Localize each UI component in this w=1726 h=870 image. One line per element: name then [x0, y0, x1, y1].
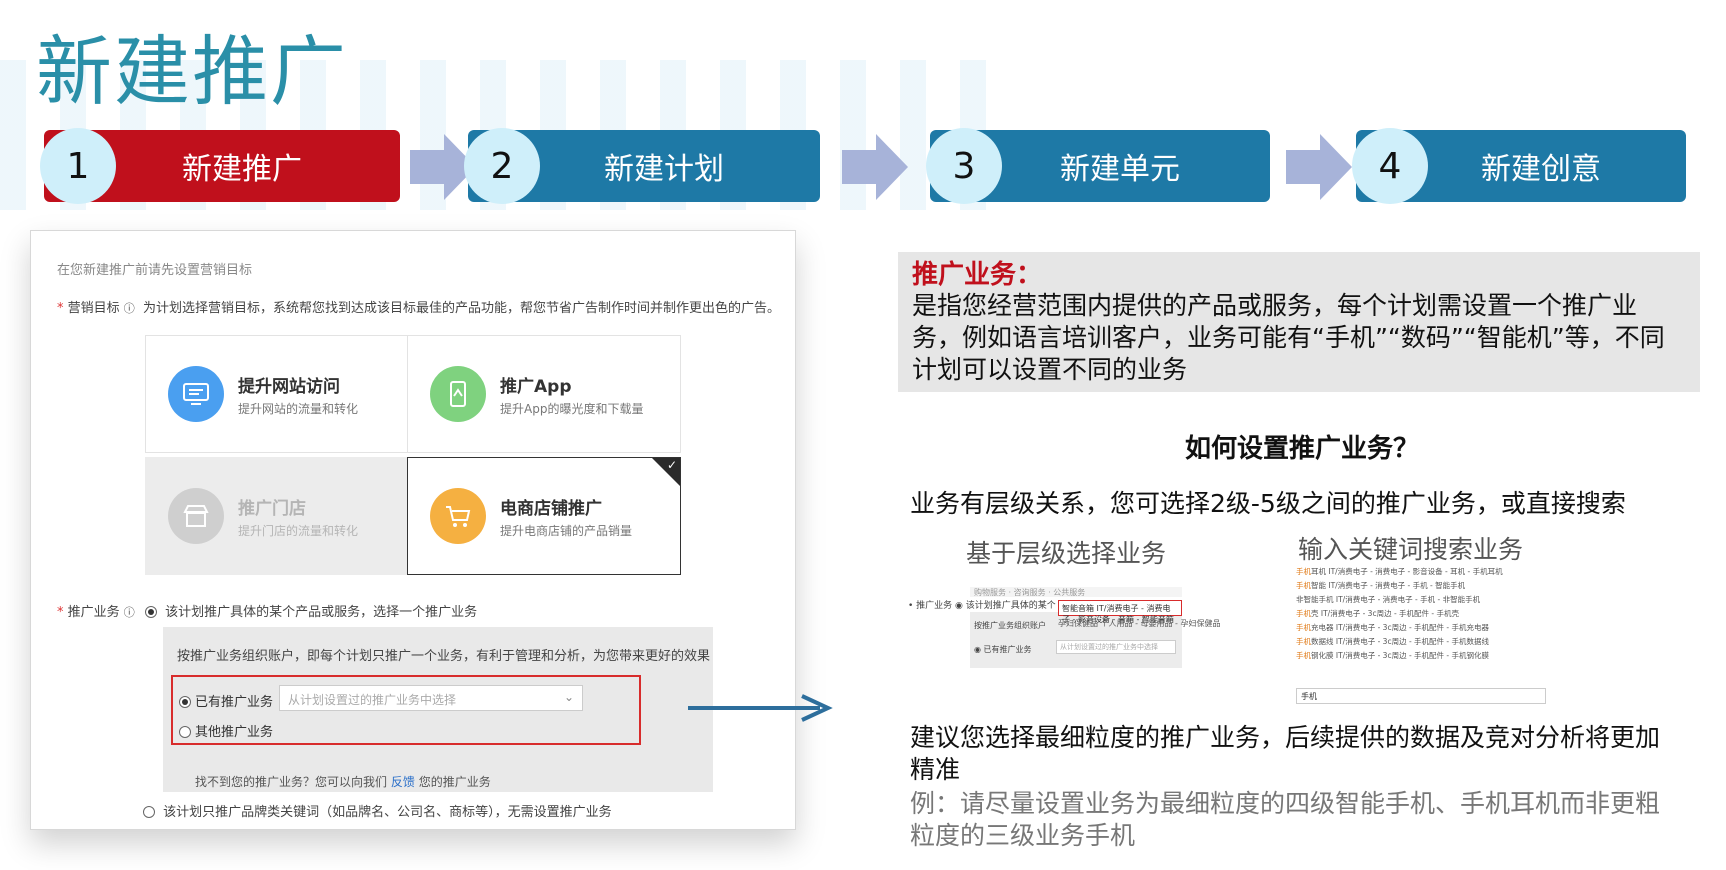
- store-icon: [168, 488, 224, 544]
- existing-label: 已有推广业务: [195, 695, 274, 710]
- step-label: 新建计划: [604, 152, 724, 187]
- step-label: 新建单元: [1060, 152, 1180, 187]
- level-select-example: 购物服务 · 咨询服务 · 公共服务 • 推广业务 ◉ 该计划推广具体的某个 按…: [906, 584, 1282, 694]
- definition-box: 推广业务： 是指您经营范围内提供的产品或服务，每个计划需设置一个推广业务，例如语…: [898, 252, 1700, 392]
- example-group-text: 按推广业务组织账户: [974, 621, 1046, 630]
- mobile-app-icon: [430, 366, 486, 422]
- step-3: 3 新建单元: [926, 128, 1270, 204]
- existing-radio[interactable]: [179, 696, 191, 708]
- search-result-item: 手机数据线 IT/消费电子 - 3c周边 - 手机配件 - 手机数据线: [1296, 637, 1490, 646]
- step-arrow-icon: [1286, 134, 1352, 200]
- business-options-box: 按推广业务组织账户，即每个计划只推广一个业务，有利于管理和分析，为您带来更好的效…: [163, 627, 713, 792]
- goal-card-app[interactable]: 推广App 提升App的曝光度和下载量: [407, 335, 681, 453]
- required-mark: *: [57, 605, 68, 620]
- other-label: 其他推广业务: [195, 725, 274, 740]
- cart-icon: [430, 488, 486, 544]
- keyword-search-heading: 输入关键词搜索业务: [1298, 535, 1524, 564]
- search-result-item: 手机智能 IT/消费电子 - 消费电子 - 手机 - 智能手机: [1296, 581, 1466, 590]
- goal-label: 营销目标: [67, 301, 120, 316]
- example-highlight: 智能音箱 IT/消费电子 - 消费电子 - 影音设备 - 音箱 - 智能音箱: [1058, 600, 1182, 624]
- step-4: 4 新建创意: [1352, 128, 1686, 204]
- step-label: 新建创意: [1481, 152, 1601, 187]
- monitor-icon: [168, 366, 224, 422]
- how-title: 如何设置推广业务？: [1185, 434, 1420, 464]
- goal-card-website[interactable]: 提升网站访问 提升网站的流量和转化: [145, 335, 419, 453]
- card-title: 推广App: [500, 377, 572, 397]
- help-text: 找不到您的推广业务？您可以向我们 反馈 您的推广业务: [195, 773, 491, 790]
- definition-title: 推广业务：: [912, 260, 1043, 290]
- setup-form-screenshot: 在您新建推广前请先设置营销目标 * 营销目标 ⓘ 为计划选择营销目标，系统帮您找…: [30, 230, 796, 830]
- example-row: 购物服务 · 咨询服务 · 公共服务: [970, 587, 1182, 597]
- chevron-down-icon: ⌄: [563, 690, 574, 704]
- step-arrow-icon: [842, 134, 908, 200]
- example-row: 孕妇保健品 个人用品 - 母婴用品 - 孕妇保健品: [1058, 619, 1221, 628]
- card-title: 提升网站访问: [238, 377, 340, 397]
- search-result-item: 非智能手机 IT/消费电子 - 消费电子 - 手机 - 非智能手机: [1296, 595, 1481, 604]
- feedback-link[interactable]: 反馈: [391, 775, 415, 789]
- info-icon: ⓘ: [123, 302, 135, 315]
- search-result-item: 手机壳 IT/消费电子 - 3c周边 - 手机配件 - 手机壳: [1296, 609, 1460, 618]
- help-suffix: 您的推广业务: [418, 775, 491, 789]
- brand-option-row[interactable]: 该计划只推广品牌类关键词（如品牌名、公司名、商标等），无需设置推广业务: [143, 801, 612, 820]
- goal-row: * 营销目标 ⓘ 为计划选择营销目标，系统帮您找到达成该目标最佳的产品功能，帮您…: [57, 297, 780, 316]
- goal-card-ecommerce[interactable]: ✓ 电商店铺推广 提升电商店铺的产品销量: [407, 457, 681, 575]
- goal-card-store: 推广门店 提升门店的流量和转化: [145, 457, 419, 575]
- card-title: 推广门店: [238, 499, 306, 519]
- card-subtitle: 提升电商店铺的产品销量: [500, 524, 633, 538]
- search-input: 手机: [1296, 688, 1546, 704]
- help-prefix: 找不到您的推广业务？您可以向我们: [195, 775, 388, 789]
- card-title: 电商店铺推广: [500, 499, 602, 519]
- other-radio[interactable]: [179, 726, 191, 738]
- pointer-arrow-icon: [688, 694, 833, 722]
- search-result-item: 手机耳机 IT/消费电子 - 消费电子 - 影音设备 - 耳机 - 手机耳机: [1296, 567, 1503, 576]
- suggestion-text: 建议您选择最细粒度的推广业务，后续提供的数据及竞对分析将更加精准: [910, 723, 1661, 784]
- card-subtitle: 提升门店的流量和转化: [238, 524, 359, 538]
- example-select: 从计划设置过的推广业务中选择: [1056, 640, 1176, 654]
- page-title: 新建推广: [36, 27, 348, 116]
- brand-option-text: 该计划只推广品牌类关键词（如品牌名、公司名、商标等），无需设置推广业务: [163, 805, 612, 820]
- example-text: 例：请尽量设置业务为最细粒度的四级智能手机、手机耳机而非更粗粒度的三级业务手机: [910, 789, 1661, 850]
- business-desc: 按推广业务组织账户，即每个计划只推广一个业务，有利于管理和分析，为您带来更好的效…: [177, 649, 711, 664]
- form-hint: 在您新建推广前请先设置营销目标: [57, 263, 253, 278]
- existing-business-option[interactable]: 已有推广业务: [179, 691, 273, 710]
- brand-radio[interactable]: [143, 806, 155, 818]
- card-subtitle: 提升网站的流量和转化: [238, 402, 359, 416]
- search-result-item: 手机钢化膜 IT/消费电子 - 3c周边 - 手机配件 - 手机钢化膜: [1296, 651, 1490, 660]
- info-icon: ⓘ: [123, 606, 135, 619]
- other-business-option[interactable]: 其他推广业务: [179, 721, 273, 740]
- step-2: 2 新建计划: [464, 128, 820, 204]
- example-existing: ◉ 已有推广业务: [974, 645, 1032, 654]
- goal-desc: 为计划选择营销目标，系统帮您找到达成该目标最佳的产品功能，帮您节省广告制作时间并…: [142, 301, 780, 316]
- search-result-item: 手机充电器 IT/消费电子 - 3c周边 - 手机配件 - 手机充电器: [1296, 623, 1490, 632]
- levels-text: 业务有层级关系，您可选择2级-5级之间的推广业务，或直接搜索: [910, 489, 1626, 518]
- business-row: * 推广业务 ⓘ 该计划推广具体的某个产品或服务，选择一个推广业务: [57, 601, 477, 620]
- check-icon: ✓: [666, 458, 677, 472]
- business-radio-specific[interactable]: [144, 606, 157, 618]
- select-placeholder: 从计划设置过的推广业务中选择: [288, 693, 457, 707]
- step-1: 1 新建推广: [40, 128, 400, 204]
- existing-business-select[interactable]: 从计划设置过的推广业务中选择 ⌄: [279, 685, 583, 711]
- select-by-level-heading: 基于层级选择业务: [966, 539, 1167, 568]
- card-subtitle: 提升App的曝光度和下载量: [500, 402, 644, 416]
- business-option-text: 该计划推广具体的某个产品或服务，选择一个推广业务: [165, 605, 478, 620]
- example-label: • 推广业务 ◉ 该计划推广具体的某个: [908, 601, 1056, 611]
- highlight-box: 已有推广业务 从计划设置过的推广业务中选择 ⌄ 其他推广业务: [171, 675, 641, 745]
- step-label: 新建推广: [182, 152, 302, 187]
- business-label: 推广业务: [67, 605, 120, 620]
- definition-body: 是指您经营范围内提供的产品或服务，每个计划需设置一个推广业务，例如语言培训客户，…: [912, 291, 1665, 384]
- keyword-search-example: 手机耳机 IT/消费电子 - 消费电子 - 影音设备 - 耳机 - 手机耳机 手…: [1296, 566, 1546, 706]
- required-mark: *: [57, 301, 68, 316]
